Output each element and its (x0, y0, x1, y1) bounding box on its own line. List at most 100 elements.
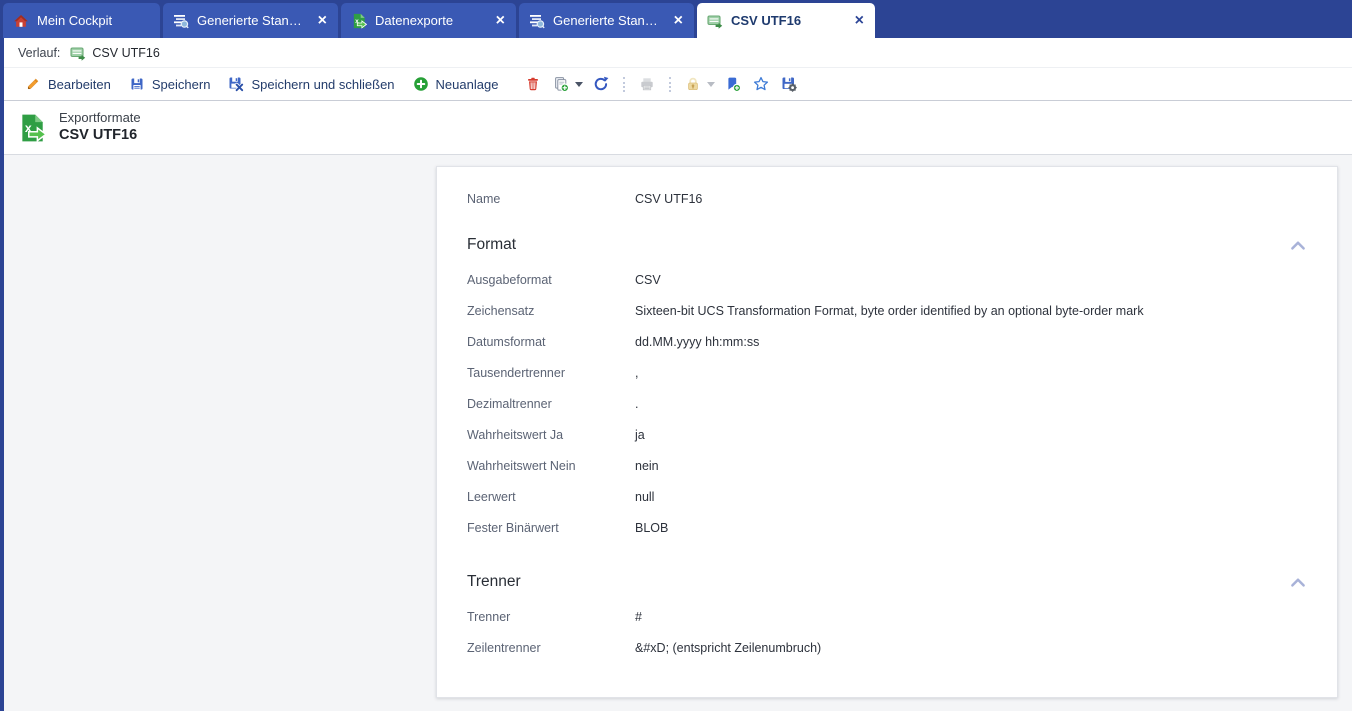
field-row-ausgabeformat: Ausgabeformat CSV (467, 264, 1307, 295)
field-row-wahrheitswert-ja: Wahrheitswert Ja ja (467, 419, 1307, 450)
field-label: Wahrheitswert Nein (467, 458, 576, 473)
field-label: Trenner (467, 609, 511, 624)
field-value: # (635, 609, 642, 624)
new-record-button[interactable]: Neuanlage (404, 73, 508, 95)
field-row-dezimaltrenner: Dezimaltrenner . (467, 388, 1307, 419)
application-window: Mein Cockpit Generierte Standar... × x D… (0, 0, 1352, 711)
field-label: Datumsformat (467, 334, 546, 349)
tab-label: Mein Cockpit (37, 13, 113, 28)
save-button-label: Speichern (151, 76, 211, 92)
page-header-text: Exportformate CSV UTF16 (59, 109, 141, 146)
list-search-icon (530, 14, 545, 28)
history-label: Verlauf: (18, 45, 61, 60)
tab-label: Generierte Standar... (553, 13, 665, 28)
field-row-wahrheitswert-nein: Wahrheitswert Nein nein (467, 450, 1307, 481)
tab-generierte-standard-2[interactable]: Generierte Standar... × (519, 3, 694, 38)
field-label: Wahrheitswert Ja (467, 427, 564, 442)
field-label: Leerwert (467, 489, 516, 504)
save-close-icon (229, 77, 245, 92)
add-circle-icon (413, 77, 428, 91)
lock-button[interactable] (679, 73, 707, 95)
list-search-icon (174, 14, 189, 28)
field-label: Fester Binärwert (467, 520, 559, 535)
favorite-button[interactable] (747, 73, 775, 95)
detail-form-panel: Name CSV UTF16 Format Ausgabeformat CSV … (436, 166, 1338, 698)
refresh-icon (595, 76, 609, 91)
field-row-trenner: Trenner # (467, 601, 1307, 632)
tab-close-icon[interactable]: × (317, 12, 328, 29)
trash-icon (528, 77, 539, 91)
field-row-zeichensatz: Zeichensatz Sixteen-bit UCS Transformati… (467, 295, 1307, 326)
field-row-name: Name CSV UTF16 (467, 183, 1307, 214)
toolbar: Bearbeiten Speichern Speichern und schli… (4, 68, 1352, 101)
field-label: Name (467, 191, 501, 206)
tab-bar: Mein Cockpit Generierte Standar... × x D… (0, 0, 1352, 38)
field-value: ja (635, 427, 645, 442)
toolbar-separator (623, 76, 626, 92)
field-value: Sixteen-bit UCS Transformation Format, b… (635, 303, 1144, 318)
field-label: Ausgabeformat (467, 272, 552, 287)
field-value: nein (635, 458, 659, 473)
chevron-up-icon[interactable] (1289, 575, 1307, 589)
field-label: Tausendertrenner (467, 365, 565, 380)
lock-icon (688, 77, 699, 90)
section-header-format: Format (467, 226, 1307, 264)
page-header: x Exportformate CSV UTF16 (4, 101, 1352, 155)
tab-close-icon[interactable]: × (673, 12, 684, 29)
field-value: null (635, 489, 655, 504)
app-body: Verlauf: CSV UTF16 Bearbeiten Speichern … (0, 38, 1352, 711)
bookmark-add-button[interactable] (719, 73, 747, 95)
copy-button[interactable] (547, 73, 575, 95)
print-button[interactable] (633, 73, 661, 95)
save-button[interactable]: Speichern (120, 73, 220, 95)
copy-add-icon (555, 77, 570, 92)
save-gear-icon (782, 77, 798, 92)
save-and-close-button[interactable]: Speichern und schließen (219, 73, 403, 95)
refresh-button[interactable] (587, 73, 615, 95)
edit-button-label: Bearbeiten (48, 76, 111, 92)
history-item-label: CSV UTF16 (92, 45, 160, 60)
tab-label: Datenexporte (375, 13, 454, 28)
save-icon (131, 78, 143, 90)
field-value: BLOB (635, 520, 669, 535)
tab-datenexporte[interactable]: x Datenexporte × (341, 3, 516, 38)
pencil-icon (27, 78, 39, 90)
field-row-zeilentrenner: Zeilentrenner &#xD; (entspricht Zeilenum… (467, 632, 1307, 663)
field-value: CSV (635, 272, 661, 287)
table-export-icon (70, 46, 86, 61)
history-bar: Verlauf: CSV UTF16 (4, 38, 1352, 68)
field-value: CSV UTF16 (635, 191, 703, 206)
tab-mein-cockpit[interactable]: Mein Cockpit (3, 3, 160, 38)
tab-label: Generierte Standar... (197, 13, 309, 28)
section-title: Trenner (467, 573, 521, 590)
bookmark-add-icon (728, 77, 742, 92)
field-value: . (635, 396, 639, 411)
tab-close-icon[interactable]: × (854, 12, 865, 29)
tab-generierte-standard-1[interactable]: Generierte Standar... × (163, 3, 338, 38)
field-row-datumsformat: Datumsformat dd.MM.yyyy hh:mm:ss (467, 326, 1307, 357)
toolbar-separator (669, 76, 672, 92)
save-settings-button[interactable] (775, 73, 803, 95)
export-document-icon: x (353, 13, 367, 29)
field-row-fester-binaerwert: Fester Binärwert BLOB (467, 512, 1307, 543)
tab-csv-utf16-active[interactable]: CSV UTF16 × (697, 3, 875, 38)
chevron-up-icon[interactable] (1289, 238, 1307, 252)
field-row-tausendertrenner: Tausendertrenner , (467, 357, 1307, 388)
section-header-trenner: Trenner (467, 563, 1307, 601)
field-value: dd.MM.yyyy hh:mm:ss (635, 334, 760, 349)
copy-dropdown-caret-icon[interactable] (575, 81, 584, 87)
history-item-csv-utf16[interactable]: CSV UTF16 (70, 45, 160, 61)
content-area: Name CSV UTF16 Format Ausgabeformat CSV … (4, 155, 1352, 711)
lock-dropdown-caret-icon[interactable] (707, 81, 716, 87)
field-value: , (635, 365, 639, 380)
delete-button[interactable] (519, 73, 547, 95)
tab-close-icon[interactable]: × (495, 12, 506, 29)
page-category: Exportformate (59, 109, 141, 125)
home-icon (14, 14, 28, 27)
printer-icon (641, 78, 654, 91)
field-label: Zeilentrenner (467, 640, 541, 655)
star-icon (754, 76, 769, 91)
edit-button[interactable]: Bearbeiten (16, 73, 120, 95)
field-label: Zeichensatz (467, 303, 535, 318)
table-export-icon (707, 14, 723, 29)
